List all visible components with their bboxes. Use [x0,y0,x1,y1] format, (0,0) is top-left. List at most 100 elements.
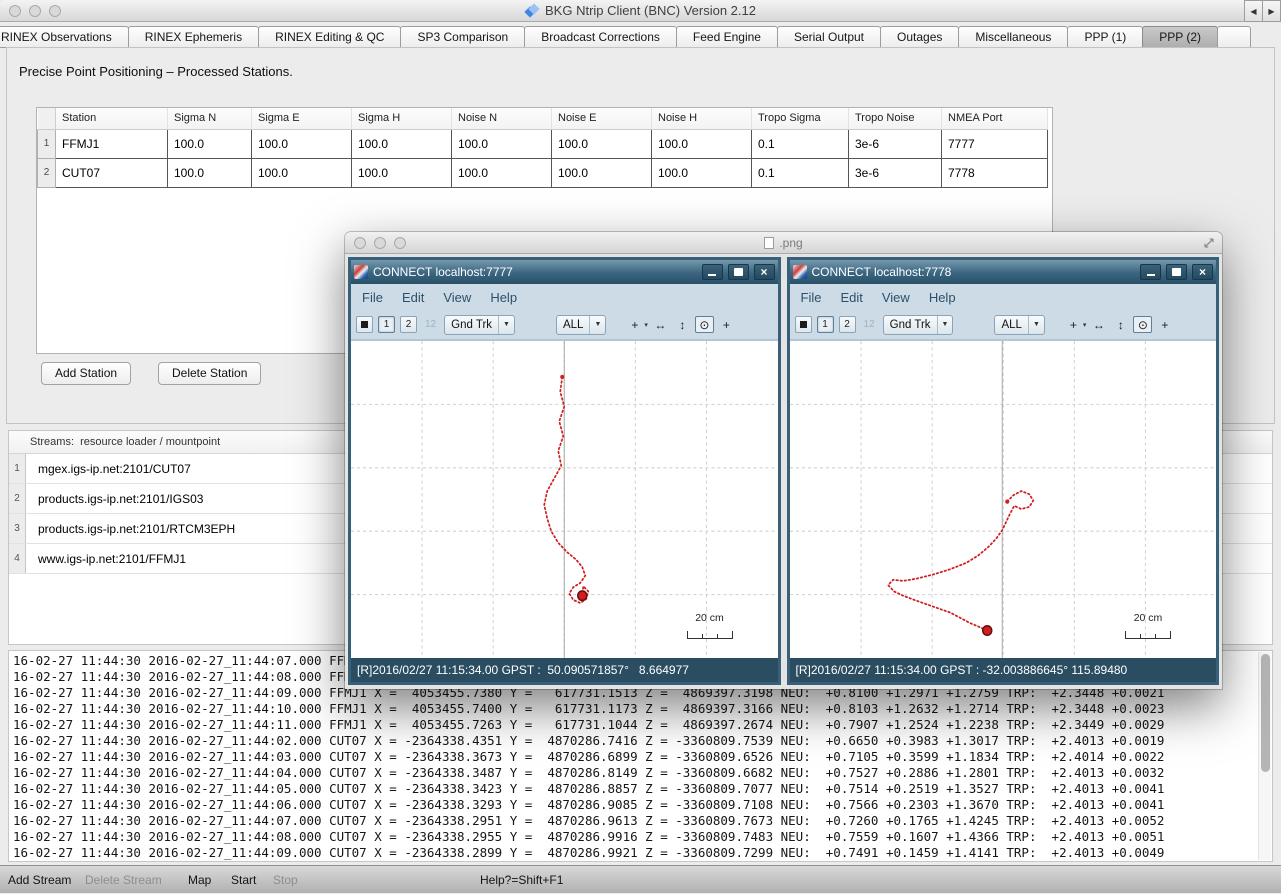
dock-button[interactable] [356,316,373,333]
close-button[interactable]: × [754,264,775,280]
fit-height-icon[interactable]: ↕ [1111,316,1130,333]
column-header-station[interactable]: Station [56,108,168,129]
fullscreen-icon[interactable] [1203,237,1215,249]
station-cell[interactable]: 3e-6 [849,129,942,158]
action-stop[interactable]: Stop [273,866,298,894]
station-cell[interactable]: CUT07 [56,158,168,187]
tab-partial[interactable] [1217,26,1251,48]
view-2-button[interactable]: 2 [400,316,417,333]
station-cell[interactable]: 100.0 [168,129,252,158]
column-header-noise-n[interactable]: Noise N [452,108,552,129]
pan-icon[interactable]: + [1064,316,1083,333]
action-start[interactable]: Start [231,866,256,894]
station-cell[interactable]: 0.1 [752,158,849,187]
station-cell[interactable]: 7777 [942,129,1048,158]
tab-feed-engine[interactable]: Feed Engine [676,26,778,48]
column-header-sigma-e[interactable]: Sigma E [252,108,352,129]
menu-edit[interactable]: Edit [402,290,424,305]
column-header-tropo-sigma[interactable]: Tropo Sigma [752,108,849,129]
station-cell[interactable]: 3e-6 [849,158,942,187]
close-traffic-light[interactable] [9,5,21,17]
station-cell[interactable]: 100.0 [352,158,452,187]
column-header-noise-h[interactable]: Noise H [652,108,752,129]
tab-scroll-left-icon[interactable]: ◀ [1244,0,1263,22]
pan-icon[interactable]: + [625,316,644,333]
close-button[interactable]: × [1192,264,1213,280]
action-delete-stream[interactable]: Delete Stream [85,866,162,894]
station-cell[interactable]: 100.0 [252,158,352,187]
minimize-traffic-light[interactable] [29,5,41,17]
add-station-button[interactable]: Add Station [41,362,131,385]
delete-station-button[interactable]: Delete Station [158,362,261,385]
view-1-button[interactable]: 1 [817,316,834,333]
column-header-noise-e[interactable]: Noise E [552,108,652,129]
view-1-button[interactable]: 1 [378,316,395,333]
dropdown-arrow-icon[interactable]: ▾ [1083,321,1087,329]
log-scrollbar-thumb[interactable] [1261,654,1270,772]
station-cell[interactable]: 100.0 [252,129,352,158]
tab-serial-output[interactable]: Serial Output [777,26,881,48]
station-cell[interactable]: 100.0 [552,129,652,158]
minimize-button[interactable] [702,264,723,280]
tab-outages[interactable]: Outages [880,26,959,48]
tab-rinex-observations[interactable]: RINEX Observations [0,26,129,48]
zoom-traffic-light[interactable] [49,5,61,17]
satellite-combo[interactable]: ALL▼ [556,315,606,335]
column-header-sigma-n[interactable]: Sigma N [168,108,252,129]
menu-file[interactable]: File [362,290,383,305]
center-icon[interactable]: ⊙ [695,316,714,333]
fit-width-icon[interactable]: ↔ [1089,316,1108,333]
station-cell[interactable]: 0.1 [752,129,849,158]
column-header-nmea-port[interactable]: NMEA Port [942,108,1048,129]
tab-scroll-right-icon[interactable]: ▶ [1262,0,1281,22]
satellite-combo[interactable]: ALL▼ [994,315,1044,335]
menu-help[interactable]: Help [929,290,956,305]
view-2-button[interactable]: 2 [839,316,856,333]
column-header-tropo-noise[interactable]: Tropo Noise [849,108,942,129]
plot-svg-0 [351,341,778,658]
station-cell[interactable]: 7778 [942,158,1048,187]
fit-height-icon[interactable]: ↕ [673,316,692,333]
tab-miscellaneous[interactable]: Miscellaneous [958,26,1068,48]
center-icon[interactable]: ⊙ [1133,316,1152,333]
view-12-button[interactable]: 12 [861,316,878,333]
crosshair-icon[interactable]: + [1155,316,1174,333]
dock-button[interactable] [795,316,812,333]
crosshair-icon[interactable]: + [717,316,736,333]
tab-ppp-2-[interactable]: PPP (2) [1142,26,1218,48]
plot-type-combo[interactable]: Gnd Trk▼ [883,315,954,335]
station-cell[interactable]: 100.0 [352,129,452,158]
dropdown-arrow-icon[interactable]: ▾ [644,321,648,329]
station-row: 1FFMJ1100.0100.0100.0100.0100.0100.00.13… [38,129,1048,158]
tab-rinex-editing-qc[interactable]: RINEX Editing & QC [258,26,401,48]
maximize-button[interactable] [1166,264,1187,280]
minimize-button[interactable] [1140,264,1161,280]
station-cell[interactable]: 100.0 [168,158,252,187]
station-cell[interactable]: 100.0 [552,158,652,187]
menu-view[interactable]: View [443,290,471,305]
plot-type-combo[interactable]: Gnd Trk▼ [444,315,515,335]
maximize-button[interactable] [728,264,749,280]
station-cell[interactable]: 100.0 [452,129,552,158]
menu-view[interactable]: View [882,290,910,305]
station-cell[interactable]: 100.0 [452,158,552,187]
row-number: 1 [38,129,56,158]
action-add-stream[interactable]: Add Stream [8,866,71,894]
action-map[interactable]: Map [188,866,211,894]
menu-edit[interactable]: Edit [840,290,862,305]
station-cell[interactable]: FFMJ1 [56,129,168,158]
tab-ppp-1-[interactable]: PPP (1) [1067,26,1143,48]
menu-help[interactable]: Help [490,290,517,305]
png-titlebar[interactable]: .png [345,232,1222,254]
view-12-button[interactable]: 12 [422,316,439,333]
column-header-sigma-h[interactable]: Sigma H [352,108,452,129]
connect-7777-titlebar[interactable]: CONNECT localhost:7777 × [351,260,778,284]
station-cell[interactable]: 100.0 [652,158,752,187]
connect-7778-titlebar[interactable]: CONNECT localhost:7778 × [790,260,1217,284]
fit-width-icon[interactable]: ↔ [651,316,670,333]
tab-broadcast-corrections[interactable]: Broadcast Corrections [524,26,677,48]
tab-rinex-ephemeris[interactable]: RINEX Ephemeris [128,26,259,48]
tab-sp3-comparison[interactable]: SP3 Comparison [400,26,525,48]
station-cell[interactable]: 100.0 [652,129,752,158]
menu-file[interactable]: File [801,290,822,305]
